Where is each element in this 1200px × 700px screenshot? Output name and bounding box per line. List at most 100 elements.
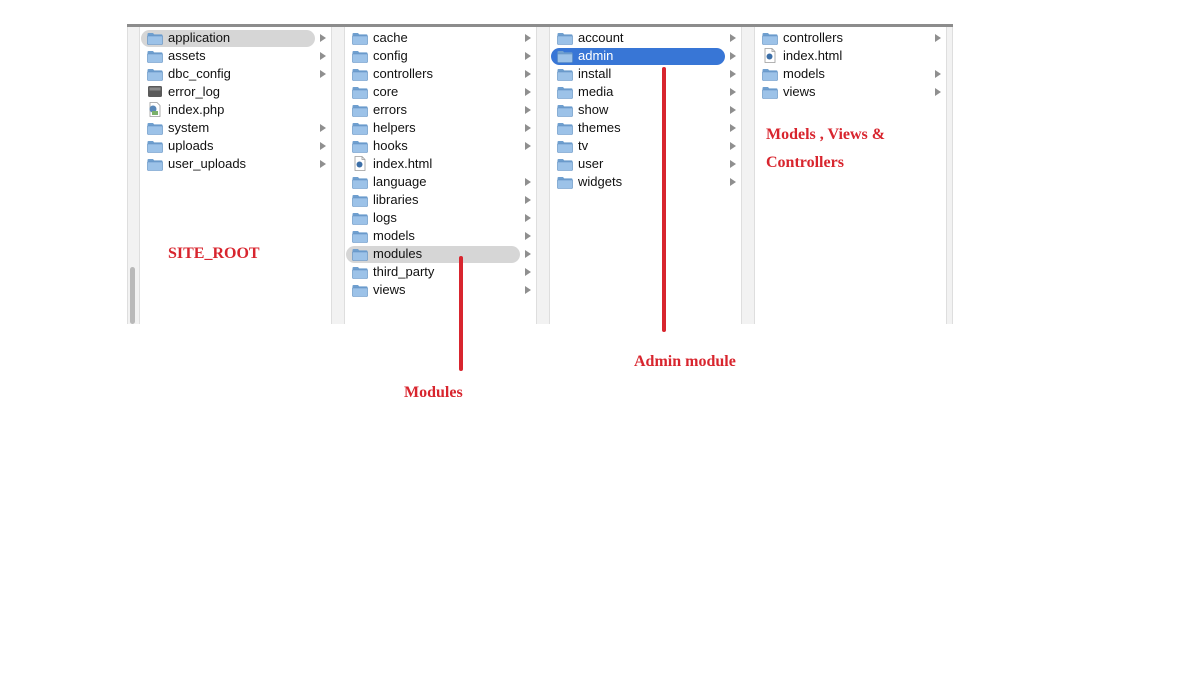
disclosure-arrow-icon[interactable] bbox=[320, 160, 326, 168]
disclosure-arrow-icon[interactable] bbox=[320, 34, 326, 42]
disclosure-arrow-icon[interactable] bbox=[525, 52, 531, 60]
file-row-label: modules bbox=[373, 246, 423, 261]
disclosure-arrow-icon[interactable] bbox=[730, 52, 736, 60]
file-row-controllers[interactable]: controllers bbox=[756, 29, 946, 47]
php-file-icon bbox=[147, 102, 163, 117]
file-row-tv[interactable]: tv bbox=[551, 137, 741, 155]
folder-icon bbox=[352, 194, 368, 207]
column-divider[interactable] bbox=[536, 27, 550, 324]
disclosure-arrow-icon[interactable] bbox=[525, 106, 531, 114]
file-row-uploads[interactable]: uploads bbox=[141, 137, 331, 155]
disclosure-arrow-icon[interactable] bbox=[525, 232, 531, 240]
column-divider[interactable] bbox=[741, 27, 755, 324]
file-row-modules[interactable]: modules bbox=[346, 245, 536, 263]
folder-icon bbox=[352, 284, 368, 297]
file-row-label: tv bbox=[578, 138, 589, 153]
column-divider[interactable] bbox=[331, 27, 345, 324]
file-row-core[interactable]: core bbox=[346, 83, 536, 101]
file-row-logs[interactable]: logs bbox=[346, 209, 536, 227]
folder-icon bbox=[352, 266, 368, 279]
file-row-system[interactable]: system bbox=[141, 119, 331, 137]
file-row-third-party[interactable]: third_party bbox=[346, 263, 536, 281]
column-site-root: application assets dbc_config error_loginde… bbox=[141, 27, 331, 324]
disclosure-arrow-icon[interactable] bbox=[730, 88, 736, 96]
disclosure-arrow-icon[interactable] bbox=[320, 52, 326, 60]
file-row-assets[interactable]: assets bbox=[141, 47, 331, 65]
file-row-libraries[interactable]: libraries bbox=[346, 191, 536, 209]
file-row-models[interactable]: models bbox=[756, 65, 946, 83]
file-row-helpers[interactable]: helpers bbox=[346, 119, 536, 137]
file-row-label: dbc_config bbox=[168, 66, 231, 81]
file-row-media[interactable]: media bbox=[551, 83, 741, 101]
disclosure-arrow-icon[interactable] bbox=[525, 88, 531, 96]
file-row-controllers[interactable]: controllers bbox=[346, 65, 536, 83]
file-row-index-html[interactable]: index.html bbox=[346, 155, 536, 173]
file-row-widgets[interactable]: widgets bbox=[551, 173, 741, 191]
disclosure-arrow-icon[interactable] bbox=[935, 34, 941, 42]
file-row-cache[interactable]: cache bbox=[346, 29, 536, 47]
file-row-dbc-config[interactable]: dbc_config bbox=[141, 65, 331, 83]
annotation-site-root: SITE_ROOT bbox=[168, 245, 260, 262]
folder-icon bbox=[352, 50, 368, 63]
finder-column-browser: application assets dbc_config error_log inde… bbox=[127, 24, 953, 324]
file-row-index-php[interactable]: index.php bbox=[141, 101, 331, 119]
folder-icon bbox=[352, 230, 368, 243]
folder-icon bbox=[762, 32, 778, 45]
file-row-views[interactable]: views bbox=[346, 281, 536, 299]
column-divider[interactable] bbox=[946, 27, 953, 324]
disclosure-arrow-icon[interactable] bbox=[730, 160, 736, 168]
file-row-config[interactable]: config bbox=[346, 47, 536, 65]
scrollbar-left[interactable] bbox=[127, 27, 140, 324]
file-row-application[interactable]: application bbox=[141, 29, 331, 47]
disclosure-arrow-icon[interactable] bbox=[730, 34, 736, 42]
file-row-label: media bbox=[578, 84, 614, 99]
disclosure-arrow-icon[interactable] bbox=[730, 106, 736, 114]
disclosure-arrow-icon[interactable] bbox=[525, 214, 531, 222]
folder-icon bbox=[147, 50, 163, 63]
disclosure-arrow-icon[interactable] bbox=[525, 70, 531, 78]
file-row-label: cache bbox=[373, 30, 408, 45]
disclosure-arrow-icon[interactable] bbox=[525, 268, 531, 276]
disclosure-arrow-icon[interactable] bbox=[525, 124, 531, 132]
file-row-models[interactable]: models bbox=[346, 227, 536, 245]
file-row-language[interactable]: language bbox=[346, 173, 536, 191]
file-row-error-log[interactable]: error_log bbox=[141, 83, 331, 101]
disclosure-arrow-icon[interactable] bbox=[730, 124, 736, 132]
file-row-label: controllers bbox=[373, 66, 433, 81]
file-row-themes[interactable]: themes bbox=[551, 119, 741, 137]
disclosure-arrow-icon[interactable] bbox=[525, 286, 531, 294]
disclosure-arrow-icon[interactable] bbox=[320, 70, 326, 78]
file-row-views[interactable]: views bbox=[756, 83, 946, 101]
disclosure-arrow-icon[interactable] bbox=[730, 70, 736, 78]
folder-icon bbox=[557, 158, 573, 171]
disclosure-arrow-icon[interactable] bbox=[525, 34, 531, 42]
folder-icon bbox=[352, 86, 368, 99]
folder-icon bbox=[762, 86, 778, 99]
disclosure-arrow-icon[interactable] bbox=[525, 142, 531, 150]
disclosure-arrow-icon[interactable] bbox=[525, 250, 531, 258]
file-row-install[interactable]: install bbox=[551, 65, 741, 83]
disclosure-arrow-icon[interactable] bbox=[525, 178, 531, 186]
disclosure-arrow-icon[interactable] bbox=[320, 142, 326, 150]
column-admin: controllers index.html models views bbox=[756, 27, 946, 324]
disclosure-arrow-icon[interactable] bbox=[730, 178, 736, 186]
file-row-errors[interactable]: errors bbox=[346, 101, 536, 119]
file-row-index-html[interactable]: index.html bbox=[756, 47, 946, 65]
scroll-thumb[interactable] bbox=[130, 267, 135, 324]
file-row-admin[interactable]: admin bbox=[551, 47, 741, 65]
disclosure-arrow-icon[interactable] bbox=[730, 142, 736, 150]
file-row-user[interactable]: user bbox=[551, 155, 741, 173]
file-row-user-uploads[interactable]: user_uploads bbox=[141, 155, 331, 173]
disclosure-arrow-icon[interactable] bbox=[935, 70, 941, 78]
annotation-pointer-admin bbox=[662, 67, 666, 332]
annotation-mvc-line1: Models , Views & bbox=[766, 126, 886, 143]
file-row-show[interactable]: show bbox=[551, 101, 741, 119]
disclosure-arrow-icon[interactable] bbox=[935, 88, 941, 96]
file-row-account[interactable]: account bbox=[551, 29, 741, 47]
disclosure-arrow-icon[interactable] bbox=[525, 196, 531, 204]
folder-icon bbox=[352, 248, 368, 261]
file-row-label: error_log bbox=[168, 84, 221, 99]
disclosure-arrow-icon[interactable] bbox=[320, 124, 326, 132]
file-row-hooks[interactable]: hooks bbox=[346, 137, 536, 155]
folder-icon bbox=[352, 104, 368, 117]
